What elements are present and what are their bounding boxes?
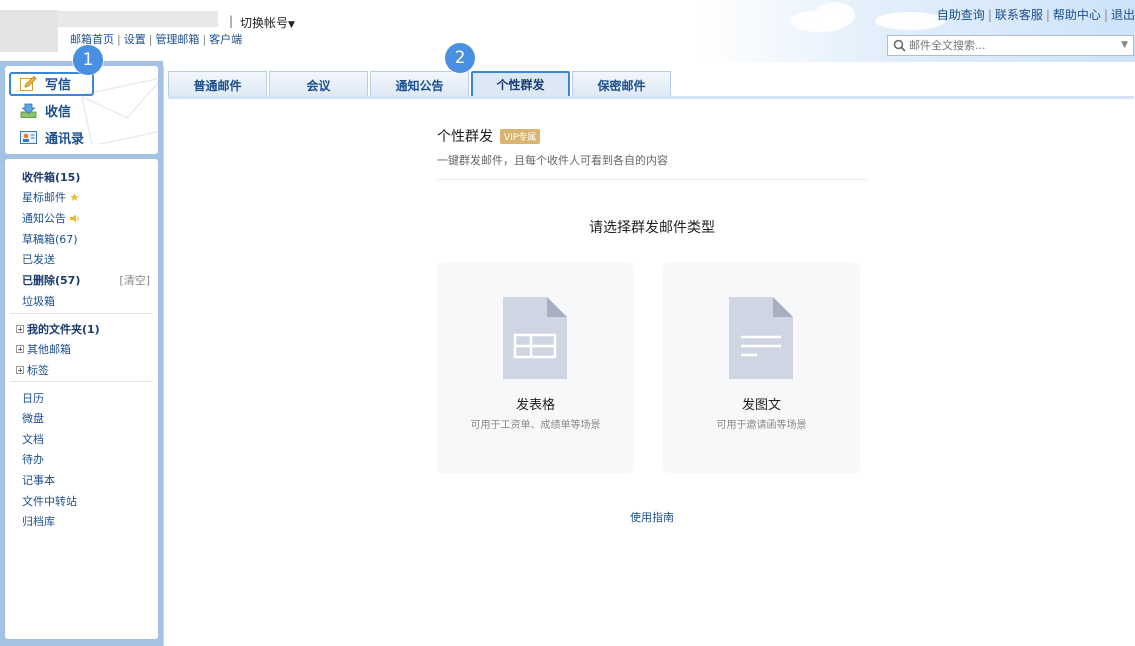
folder-label: 通知公告 (22, 212, 66, 225)
inbox-download-icon (20, 103, 37, 118)
folder-label: 已删除(57) (22, 274, 81, 287)
text-doc-icon (729, 297, 793, 379)
folder-panel: 收件箱(15) 星标邮件 ★ 通知公告 草稿箱(67) 已发送 已删除(57) … (5, 159, 158, 639)
expand-plus-icon[interactable] (16, 366, 24, 374)
divider (10, 381, 153, 382)
folder-label: 星标邮件 (22, 191, 66, 204)
expand-plus-icon[interactable] (16, 345, 24, 353)
app-micro-drive[interactable]: 微盘 (22, 410, 44, 426)
app-todo[interactable]: 待办 (22, 451, 44, 467)
app-calendar[interactable]: 日历 (22, 390, 44, 406)
folder-starred[interactable]: 星标邮件 ★ (22, 189, 79, 205)
logout-link[interactable]: 退出 (1111, 8, 1135, 22)
folder-label: 收件箱(15) (22, 171, 81, 184)
tab-confidential-mail[interactable]: 保密邮件 (572, 71, 671, 98)
admin-mail-link[interactable]: 管理邮箱 (155, 33, 199, 46)
tree-label: 我的文件夹(1) (27, 323, 100, 336)
tree-other-mailboxes[interactable]: 其他邮箱 (16, 341, 71, 357)
search-options-caret-icon[interactable]: ▼ (1121, 40, 1128, 50)
page-subtitle: 一键群发邮件，且每个收件人可看到各自的内容 (437, 154, 668, 167)
folder-inbox[interactable]: 收件箱(15) (22, 169, 80, 185)
caret-down-icon: ▼ (288, 20, 295, 30)
main-content: 普通邮件 会议 通知公告 个性群发 保密邮件 个性群发 VIP专属 一键群发邮件… (163, 66, 1135, 646)
app-notepad[interactable]: 记事本 (22, 472, 55, 488)
receive-button[interactable]: 收信 (20, 99, 71, 121)
clear-deleted-link[interactable]: [清空] (119, 272, 150, 288)
usage-guide-link[interactable]: 使用指南 (437, 509, 867, 525)
help-center-link[interactable]: 帮助中心 (1053, 8, 1101, 22)
top-links: 邮箱首页 | 设置 | 管理邮箱 | 客户端 (70, 33, 243, 46)
switch-account-link[interactable]: 切换帐号▼ (240, 14, 295, 31)
contacts-label: 通讯录 (45, 131, 85, 147)
folder-label: 草稿箱(67) (22, 233, 78, 246)
customer-service-link[interactable]: 联系客服 (995, 8, 1043, 22)
search-icon (893, 39, 906, 52)
tab-underline (168, 96, 1134, 99)
tab-personalized-bulk[interactable]: 个性群发 (471, 71, 570, 98)
folder-notices[interactable]: 通知公告 (22, 210, 80, 226)
client-link[interactable]: 客户端 (209, 33, 242, 46)
tree-label: 其他邮箱 (27, 343, 71, 356)
switch-account-label: 切换帐号 (240, 16, 289, 30)
app-archive[interactable]: 归档库 (22, 513, 55, 529)
tree-my-folders[interactable]: 我的文件夹(1) (16, 321, 100, 337)
right-links: 自助查询 | 联系客服 | 帮助中心 | 退出 (936, 8, 1135, 22)
account-avatar-redacted (0, 10, 58, 52)
contacts-button[interactable]: 通讯录 (20, 126, 84, 148)
tab-normal-mail[interactable]: 普通邮件 (168, 71, 267, 98)
search-input[interactable] (909, 39, 1109, 52)
account-name-redacted (58, 11, 218, 27)
page-title: 个性群发 (437, 129, 493, 145)
card-description: 可用于工资单、成绩单等场景 (470, 420, 601, 431)
tab-notice[interactable]: 通知公告 (370, 71, 469, 98)
title-row: 个性群发 VIP专属 (437, 126, 541, 146)
left-sidebar: 写信 收信 通讯录 收件箱(15) 星标邮件 ★ 通知公告 草稿箱(67) 已发… (0, 61, 163, 646)
mail-home-link[interactable]: 邮箱首页 (70, 33, 114, 46)
card-title: 发表格 (515, 398, 555, 413)
step-marker-2: 2 (445, 43, 475, 73)
folder-spam[interactable]: 垃圾箱 (22, 293, 55, 309)
app-file-transfer[interactable]: 文件中转站 (22, 493, 77, 509)
receive-label: 收信 (45, 104, 72, 120)
card-send-rich-text[interactable]: 发图文 可用于邀请函等场景 (663, 262, 860, 473)
tree-tags[interactable]: 标签 (16, 362, 49, 378)
search-box[interactable]: ▼ (887, 35, 1134, 56)
folder-sent[interactable]: 已发送 (22, 251, 55, 267)
choose-type-heading: 请选择群发邮件类型 (589, 220, 715, 236)
tab-meeting[interactable]: 会议 (269, 71, 368, 98)
divider (437, 179, 867, 180)
folder-label: 已发送 (22, 253, 55, 266)
settings-link[interactable]: 设置 (124, 33, 146, 46)
expand-plus-icon[interactable] (16, 325, 24, 333)
star-icon: ★ (69, 191, 80, 204)
quick-actions-panel: 写信 收信 通讯录 (5, 66, 158, 154)
tree-label: 标签 (27, 364, 49, 377)
switch-separator: | (229, 14, 234, 28)
self-query-link[interactable]: 自助查询 (937, 8, 985, 22)
compose-highlight-box (9, 72, 94, 96)
compose-type-tabs: 普通邮件 会议 通知公告 个性群发 保密邮件 (168, 71, 673, 98)
step-marker-1: 1 (73, 45, 103, 75)
folder-deleted[interactable]: 已删除(57) (22, 272, 80, 288)
card-send-spreadsheet[interactable]: 发表格 可用于工资单、成绩单等场景 (437, 262, 634, 473)
spreadsheet-doc-icon (503, 297, 567, 379)
contacts-icon (20, 130, 37, 145)
folder-drafts[interactable]: 草稿箱(67) (22, 231, 78, 247)
header: | 切换帐号▼ 邮箱首页 | 设置 | 管理邮箱 | 客户端 自助查询 | 联系客服 | 帮助中心 |… (0, 0, 1135, 62)
divider (10, 313, 153, 314)
vip-badge: VIP专属 (500, 128, 541, 144)
card-title: 发图文 (741, 398, 781, 413)
folder-label: 垃圾箱 (22, 295, 55, 308)
card-description: 可用于邀请函等场景 (716, 420, 807, 431)
app-docs[interactable]: 文档 (22, 431, 44, 447)
speaker-icon (69, 213, 80, 226)
